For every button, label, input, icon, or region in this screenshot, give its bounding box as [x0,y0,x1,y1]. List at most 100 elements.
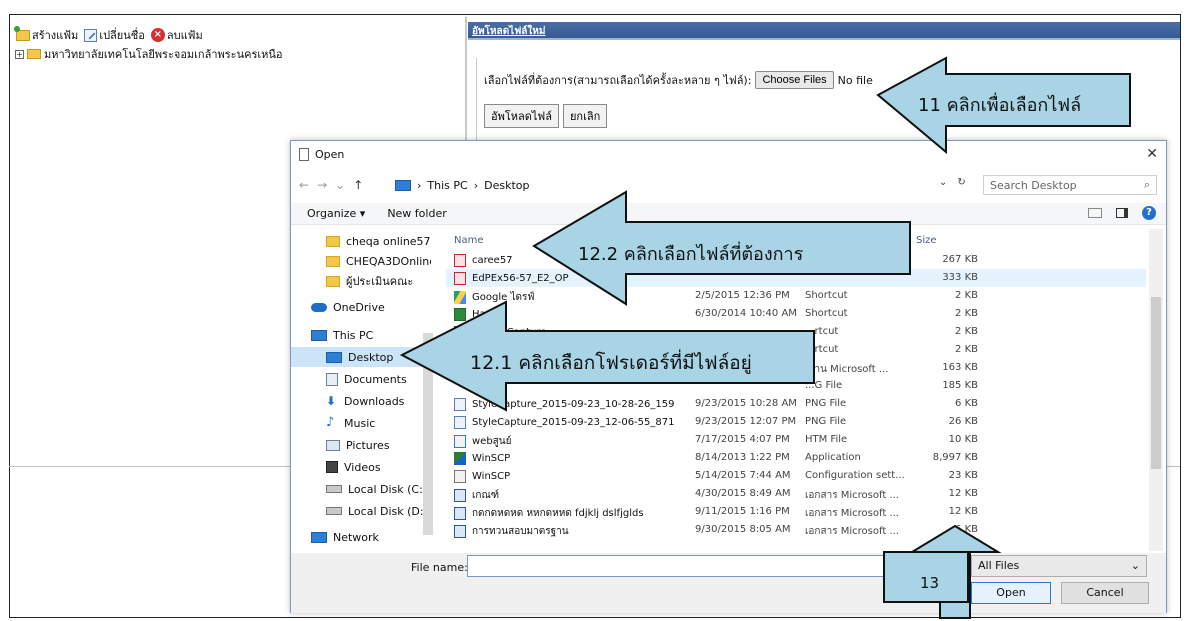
file-row[interactable]: StyleCapture_2015-09-23_10-28-26_159 9/2… [446,395,1146,413]
search-input[interactable]: Search Desktop ⌕ [983,175,1157,195]
upload-actions: อัพโหลดไฟล์ ยกเลิก [484,104,608,128]
nav-label: OneDrive [333,300,385,314]
organize-menu[interactable]: Organize ▾ [307,207,365,220]
file-type: HTM File [805,434,848,445]
nav-item-documents[interactable]: Documents [291,369,431,389]
file-list: caree57 267 KB EdPEx56-57_E2_OP 333 KB G… [446,251,1146,551]
nav-item-cheqa-online57[interactable]: cheqa online57 [291,231,431,251]
music-icon: ♪ [326,415,335,430]
address-bar[interactable]: › This PC › Desktop [395,175,970,195]
cancel-button[interactable]: Cancel [1061,582,1149,604]
nav-item-onedrive[interactable]: OneDrive [291,297,431,317]
upload-cancel-button[interactable]: ยกเลิก [562,104,608,128]
disk-icon [326,507,342,515]
recent-dropdown-icon[interactable]: ⌄ [335,178,345,192]
word-file-icon [454,525,466,538]
dialog-title: Open [315,148,345,161]
file-row[interactable]: การทวนสอบมาตรฐาน 9/30/2015 8:05 AM เอกสา… [446,521,1146,539]
navigation-bar: ← → ⌄ ↑ › This PC › Desktop ⌄ ↻ Search D… [299,175,1159,195]
nav-item-local-disk-d[interactable]: Local Disk (D:) [291,501,431,521]
nav-item-local-disk-c[interactable]: Local Disk (C:) [291,479,431,499]
file-row[interactable]: กดกดหดหด หหกดหหด fdjklj dslfjglds 9/11/2… [446,503,1146,521]
file-row[interactable]: ...StyleCapture ...rtcut 2 KB [446,323,1146,341]
file-date: 8/14/2013 1:22 PM [695,452,790,463]
upload-button[interactable]: อัพโหลดไฟล์ [484,104,559,128]
nav-pane-scrollbar[interactable] [423,333,433,535]
winscp-icon [454,452,466,465]
file-size: 185 KB [942,380,978,391]
file-row[interactable]: StyleCapture_2015-09-23_12-06-55_871 9/2… [446,413,1146,431]
column-name[interactable]: Name [454,235,484,246]
close-icon[interactable]: ✕ [1146,146,1158,162]
file-size: 2 KB [955,326,978,337]
file-type-filter[interactable]: All Files ⌄ [971,555,1147,577]
file-row[interactable]: EdPEx56-57_E2_OP 333 KB [446,269,1146,287]
nav-item-videos[interactable]: Videos [291,457,431,477]
file-row[interactable]: WinSCP 5/14/2015 7:44 AM Configuration s… [446,467,1146,485]
file-name: webสูนย์ [472,436,512,447]
file-type: Shortcut [805,290,848,301]
address-dropdown-icon[interactable]: ⌄ [939,177,947,188]
view-options-icon[interactable] [1088,208,1102,218]
navigation-pane: cheqa online57 CHEQA3DOnline ผู้ประเมินค… [291,229,436,551]
delete-folder-button[interactable]: × ลบแฟ้ม [150,26,203,44]
file-row[interactable]: เกณฑ์ 4/30/2015 8:49 AM เอกสาร Microsoft… [446,485,1146,503]
nav-label: Pictures [346,438,390,452]
file-row[interactable]: Google ไดรฟ์ 2/5/2015 12:36 PM Shortcut … [446,287,1146,305]
videos-icon [326,461,338,473]
nav-item-network[interactable]: Network [291,527,431,547]
refresh-icon[interactable]: ↻ [957,177,965,188]
new-folder-button[interactable]: สร้างแฟ้ม [14,25,78,44]
file-size: 333 KB [942,272,978,283]
rename-button[interactable]: เปลี่ยนชื่อ [84,26,145,44]
back-arrow-icon[interactable]: ← [299,178,309,192]
file-name: EdPEx56-57_E2_OP [472,273,569,284]
tree-expand-icon[interactable]: + [15,49,24,59]
file-name: StyleCapture_2015-09-23_12-06-55_871 [472,417,675,428]
png-file-icon [454,398,466,411]
file-row[interactable]: Hac...3 6/30/2014 10:40 AM Shortcut 2 KB [446,305,1146,323]
breadcrumb-desktop[interactable]: Desktop [484,179,529,192]
pictures-icon [326,439,340,451]
nav-item-downloads[interactable]: ⬇ Downloads [291,391,431,411]
nav-item-cheqa3donline[interactable]: CHEQA3DOnline [291,251,431,271]
file-row[interactable]: WinSCP 8/14/2013 1:22 PM Application 8,9… [446,449,1146,467]
tree-root-item[interactable]: + มหาวิทยาลัยเทคโนโลยีพระจอมเกล้าพระนครเ… [15,45,283,63]
downloads-icon: ⬇ [326,394,337,408]
step-12-1-text: 12.1 คลิกเลือกโฟรเดอร์ที่มีไฟล์อยู่ [470,352,752,374]
forward-arrow-icon[interactable]: → [317,178,327,192]
file-type: PNG File [805,416,847,427]
command-bar: Organize ▾ New folder ? [291,203,1166,225]
nav-label: Network [333,530,379,544]
nav-item-music[interactable]: ♪ Music [291,413,431,433]
new-folder-command[interactable]: New folder [387,207,446,220]
nav-item-this-pc[interactable]: This PC [291,325,431,345]
file-row[interactable]: webสูนย์ 7/17/2015 4:07 PM HTM File 10 K… [446,431,1146,449]
nav-item-desktop[interactable]: Desktop [291,347,431,367]
html-file-icon [454,435,466,448]
folder-icon [326,235,340,247]
step-13-text: 13 [920,574,940,592]
file-row[interactable]: ...G File 185 KB [446,377,1146,395]
document-icon [299,148,309,161]
file-name: WinSCP [472,453,511,464]
up-arrow-icon[interactable]: ↑ [353,178,363,192]
nav-item-evaluators[interactable]: ผู้ประเมินคณะ [291,271,431,291]
pdf-file-icon [454,254,466,267]
file-list-scroll-thumb[interactable] [1151,297,1161,469]
delete-icon: × [150,28,165,42]
file-date: 6/30/2014 10:40 AM [695,308,797,319]
preview-pane-icon[interactable] [1116,208,1128,218]
open-button[interactable]: Open [971,582,1051,604]
file-date: 9/30/2015 8:05 AM [695,524,791,535]
step-12-2-text: 12.2 คลิกเลือกไฟล์ที่ต้องการ [578,244,804,265]
file-name-input[interactable] [467,555,957,577]
google-drive-icon [454,291,466,304]
help-icon[interactable]: ? [1142,206,1156,220]
file-date: 7/17/2015 4:07 PM [695,434,790,445]
view-controls: ? [1088,206,1156,220]
column-size[interactable]: Size [916,235,937,246]
nav-item-pictures[interactable]: Pictures [291,435,431,455]
choose-files-button[interactable]: Choose Files [755,71,834,89]
breadcrumb-this-pc[interactable]: This PC [427,179,467,192]
